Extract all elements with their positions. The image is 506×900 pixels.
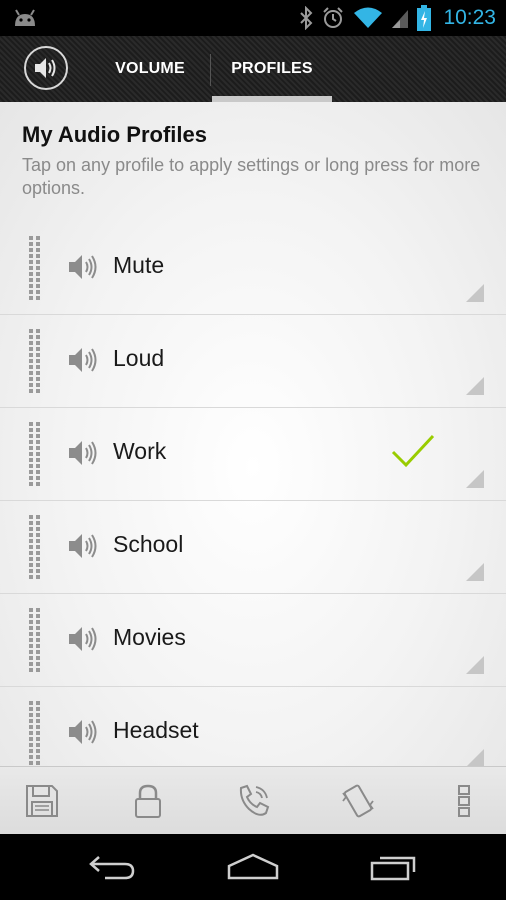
tab-divider	[210, 54, 211, 86]
profile-label: Movies	[113, 624, 186, 650]
vibrate-button[interactable]	[338, 781, 378, 821]
drag-handle-icon[interactable]	[28, 514, 42, 580]
page-title: My Audio Profiles	[22, 122, 207, 147]
tab-volume[interactable]: VOLUME	[90, 36, 210, 102]
lock-button[interactable]	[128, 781, 168, 821]
speaker-icon	[69, 255, 97, 279]
home-icon	[227, 853, 279, 880]
home-button[interactable]	[223, 848, 283, 886]
page-subtitle: Tap on any profile to apply settings or …	[22, 155, 481, 198]
app-icon[interactable]	[24, 46, 68, 90]
bluetooth-icon	[300, 6, 313, 30]
profile-row-mute[interactable]: Mute	[0, 222, 506, 315]
overflow-menu-icon	[458, 785, 470, 817]
profile-label: Loud	[113, 345, 165, 371]
corner-indicator	[466, 284, 484, 302]
status-bar: 10:23	[0, 0, 506, 36]
overflow-menu-button[interactable]	[444, 781, 484, 821]
status-time: 10:23	[443, 6, 496, 29]
drag-handle-icon[interactable]	[28, 607, 42, 673]
profiles-content[interactable]: My Audio Profiles Tap on any profile to …	[0, 102, 506, 766]
speaker-icon	[69, 534, 97, 558]
lock-icon	[135, 784, 161, 818]
speaker-icon	[35, 58, 56, 78]
speaker-icon	[69, 627, 97, 651]
recents-icon	[370, 856, 416, 881]
bottom-toolbar	[0, 766, 506, 834]
corner-indicator	[466, 470, 484, 488]
speaker-icon	[69, 441, 97, 465]
profile-row-school[interactable]: School	[0, 501, 506, 594]
profile-label: School	[113, 531, 184, 557]
corner-indicator	[466, 377, 484, 395]
profile-row-headset[interactable]: Headset	[0, 687, 506, 766]
checkmark-icon	[391, 434, 435, 468]
profile-row-movies[interactable]: Movies	[0, 594, 506, 687]
phone-icon	[239, 784, 270, 816]
recents-button[interactable]	[364, 848, 424, 886]
profile-list: Mute Loud Work School Movies Headset	[0, 222, 506, 766]
drag-handle-icon[interactable]	[28, 700, 42, 766]
cell-signal-icon	[392, 10, 409, 28]
corner-indicator	[466, 656, 484, 674]
drag-handle-icon[interactable]	[28, 421, 42, 487]
drag-handle-icon[interactable]	[28, 328, 42, 394]
vibrate-icon	[342, 784, 374, 818]
profile-row-work[interactable]: Work	[0, 408, 506, 501]
profile-label: Work	[113, 438, 167, 464]
drag-handle-icon[interactable]	[28, 235, 42, 301]
profile-label: Headset	[113, 717, 199, 743]
corner-indicator	[466, 563, 484, 581]
android-notification-icon	[15, 9, 35, 26]
speaker-icon	[69, 720, 97, 744]
navigation-bar	[0, 834, 506, 900]
profile-row-loud[interactable]: Loud	[0, 315, 506, 408]
corner-indicator	[466, 749, 484, 766]
phone-button[interactable]	[233, 781, 273, 821]
save-button[interactable]	[22, 781, 62, 821]
save-icon	[26, 785, 58, 817]
action-bar: VOLUME PROFILES	[0, 36, 506, 102]
back-button[interactable]	[82, 848, 142, 886]
profile-label: Mute	[113, 252, 165, 278]
speaker-icon	[69, 348, 97, 372]
back-icon	[89, 856, 135, 880]
alarm-icon	[323, 7, 344, 28]
wifi-icon	[354, 7, 383, 28]
battery-charging-icon	[417, 5, 432, 31]
tab-profiles[interactable]: PROFILES	[212, 36, 332, 102]
